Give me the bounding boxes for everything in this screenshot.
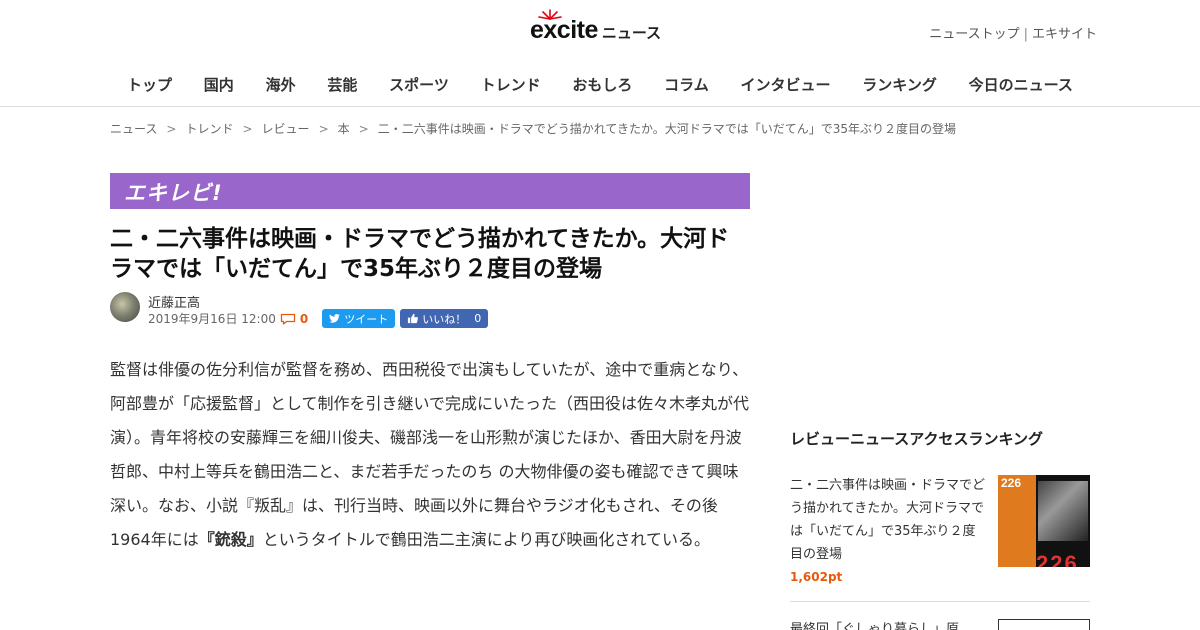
comment-count[interactable]: 0 [300,312,308,326]
ranking-item-thumbnail[interactable]: 226 226 [998,475,1090,567]
logo-brand-text: excite [530,15,598,44]
breadcrumb-chevron: > [242,122,253,136]
nav-item-ranking[interactable]: ランキング [862,74,937,95]
nav-item-column[interactable]: コラム [664,74,709,95]
publish-date: 2019年9月16日 12:00 [148,312,276,326]
ranking-item-title[interactable]: 最終回「ぐしゃり暮らし」原 [790,618,959,630]
global-nav: トップ 国内 海外 芸能 スポーツ トレンド おもしろ コラム インタビュー ラ… [110,74,1090,95]
article-text-bold: 『銃殺』 [198,530,263,549]
ranking-item-title[interactable]: 二・二六事件は映画・ドラマでどう描かれてきたか。大河ドラマでは「いだてん」で35… [790,474,986,566]
author-avatar[interactable] [110,292,140,322]
comment-icon[interactable] [280,313,296,325]
article-title: 二・二六事件は映画・ドラマでどう描かれてきたか。大河ドラマでは「いだてん」で35… [110,226,730,282]
breadcrumb-current: 二・二六事件は映画・ドラマでどう描かれてきたか。大河ドラマでは「いだてん」で35… [377,122,957,136]
article-text-part1: 監督は俳優の佐分利信が監督を務め、西田税役で出演もしていたが、途中で重病となり、… [110,360,750,549]
breadcrumb-book[interactable]: 本 [338,122,350,136]
site-logo[interactable]: excite ニュース [530,8,662,48]
nav-item-top[interactable]: トップ [127,74,172,95]
thumbnail-cover-text: 226 [1001,476,1022,490]
nav-item-overseas[interactable]: 海外 [266,74,296,95]
nav-item-funny[interactable]: おもしろ [572,74,632,95]
logo-suffix: ニュース [601,23,662,42]
article-meta: 近藤正高 2019年9月16日 12:00 0 ツイート いいね！ 0 [110,292,750,328]
banner-label: エキレビ! [124,181,223,205]
thumbnail-photo [1038,481,1088,541]
nav-item-domestic[interactable]: 国内 [204,74,234,95]
nav-item-entertainment[interactable]: 芸能 [327,74,357,95]
twitter-bird-icon [329,314,341,323]
category-banner[interactable]: エキレビ! [110,173,750,209]
top-links: ニューストップ | エキサイト [929,23,1097,42]
like-count: 0 [474,312,482,325]
ranking-item[interactable]: 最終回「ぐしゃり暮らし」原 [790,618,1090,630]
tweet-label: ツイート [344,312,389,326]
breadcrumb-news[interactable]: ニュース [110,122,157,136]
excite-logo: excite [530,8,598,45]
nav-item-interview[interactable]: インタビュー [740,74,830,95]
site-header: excite ニュース ニューストップ | エキサイト トップ 国内 海外 芸能 ス… [0,0,1200,107]
breadcrumb: ニュース > トレンド > レビュー > 本 > 二・二六事件は映画・ドラマでどう描かれてきたか… [110,120,956,137]
nav-item-trend[interactable]: トレンド [481,74,541,95]
thumbnail-cover-bignum: 226 [1036,551,1079,567]
ranking-item[interactable]: 二・二六事件は映画・ドラマでどう描かれてきたか。大河ドラマでは「いだてん」で35… [790,474,1090,602]
ranking-item-thumbnail[interactable] [998,619,1090,630]
link-excite[interactable]: エキサイト [1032,27,1097,42]
thumbs-up-icon [408,313,419,324]
breadcrumb-trend[interactable]: トレンド [185,122,233,136]
breadcrumb-chevron: > [166,122,177,136]
article-body: 監督は俳優の佐分利信が監督を務め、西田税役で出演もしていたが、途中で重病となり、… [110,353,750,557]
breadcrumb-chevron: > [358,122,369,136]
top-links-separator: | [1023,27,1028,42]
like-label: いいね！ [422,312,467,326]
like-button[interactable]: いいね！ 0 [400,309,489,328]
meta-row: 2019年9月16日 12:00 0 ツイート いいね！ 0 [148,309,489,328]
ranking-heading: レビューニュースアクセスランキング [790,430,1044,448]
nav-item-today[interactable]: 今日のニュース [969,74,1073,95]
link-news-top[interactable]: ニューストップ [929,27,1019,42]
nav-item-sports[interactable]: スポーツ [389,74,449,95]
ranking-item-points: 1,602pt [790,570,843,584]
logo-burst-icon [538,8,562,20]
breadcrumb-review[interactable]: レビュー [262,122,310,136]
tweet-button[interactable]: ツイート [322,309,396,328]
article-text-part2: というタイトルで鶴田浩二主演により再び映画化されている。 [262,530,710,549]
breadcrumb-chevron: > [318,122,329,136]
